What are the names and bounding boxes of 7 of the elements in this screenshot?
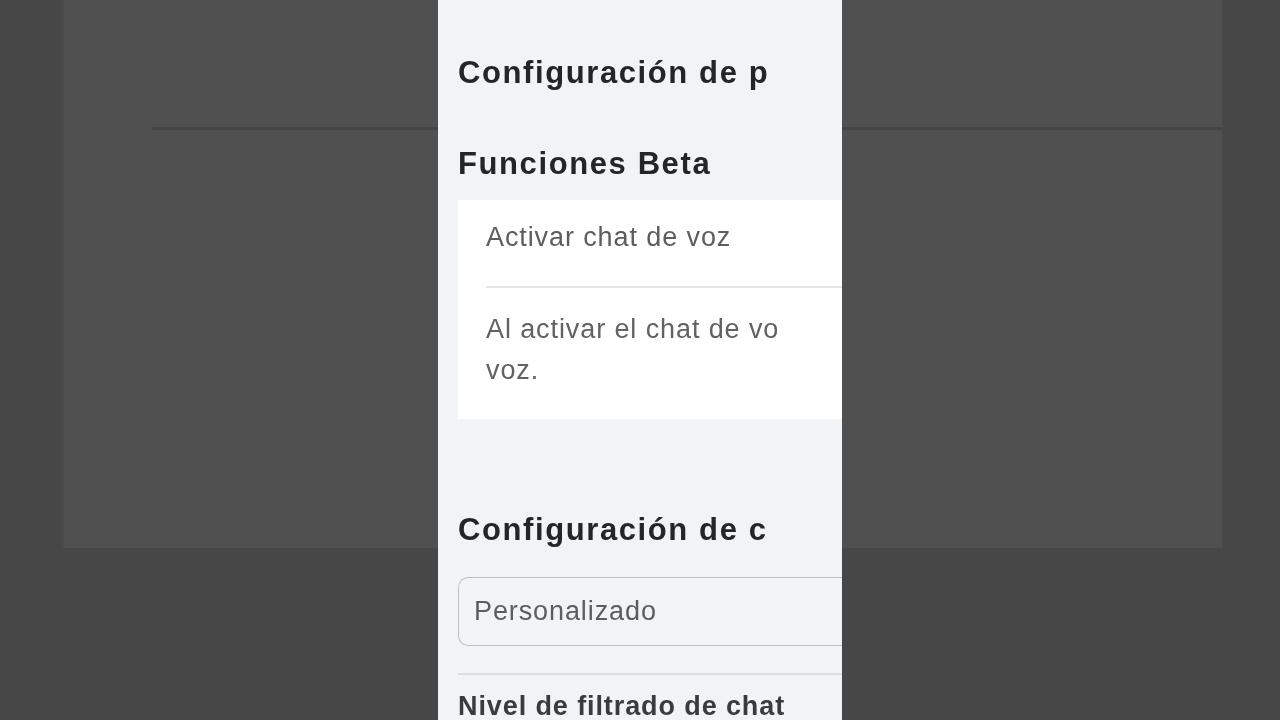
setting-label: Activar chat de voz [486, 221, 733, 254]
setting-description: Al activar el chat de vo voz. [486, 313, 781, 387]
section-heading: Configuración de p [458, 55, 771, 91]
field-label: Nivel de filtrado de chat [458, 693, 787, 720]
section-heading: Configuración de c [458, 512, 769, 548]
section-heading: Funciones Beta [458, 146, 713, 182]
select-field[interactable]: Personalizado [458, 577, 842, 646]
